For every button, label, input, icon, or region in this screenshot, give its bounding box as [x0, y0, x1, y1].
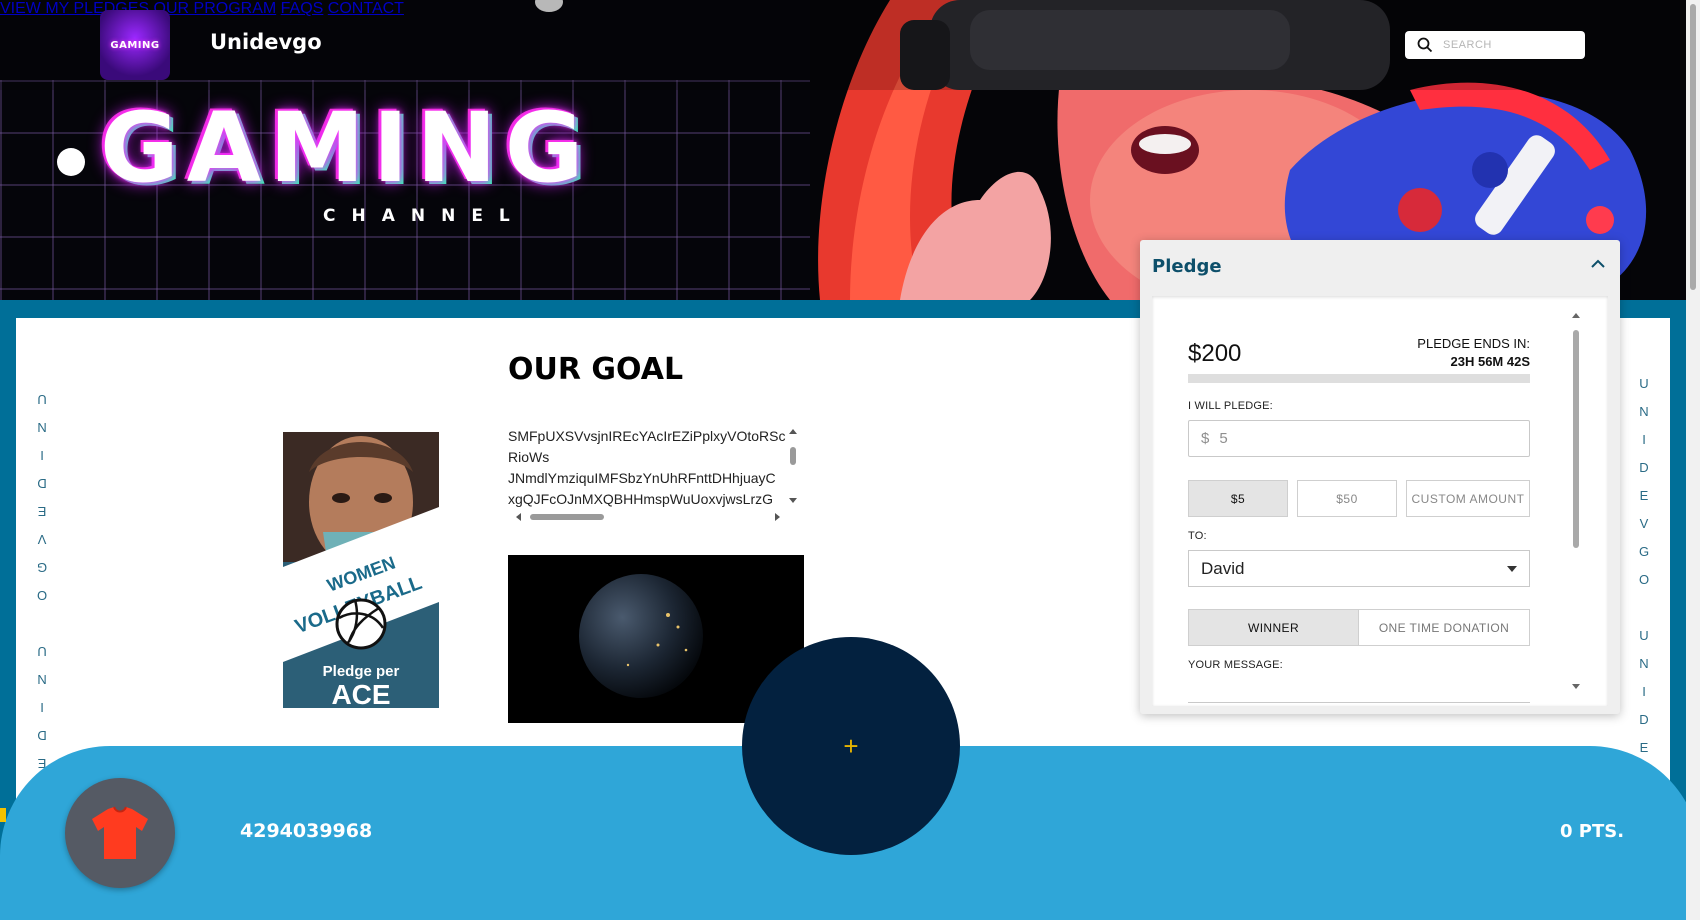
- goal-text-line: RioWs: [508, 449, 550, 465]
- pledge-amount-field[interactable]: $: [1188, 420, 1530, 457]
- recipient-select[interactable]: David: [1188, 550, 1530, 587]
- side-letter: I: [1642, 432, 1646, 447]
- side-letter: N: [37, 672, 47, 687]
- pledge-countdown: 23H 56M 42S: [1450, 354, 1531, 369]
- side-letter: N: [1639, 656, 1649, 671]
- textarea-vertical-scrollbar[interactable]: [786, 426, 800, 506]
- pledge-panel-header[interactable]: Pledge: [1140, 240, 1620, 292]
- side-letter: U: [37, 644, 47, 659]
- your-message-label: YOUR MESSAGE:: [1188, 659, 1283, 671]
- side-letter: D: [37, 728, 47, 743]
- side-letter: G: [36, 560, 48, 575]
- side-letter: D: [1639, 460, 1649, 475]
- side-letter: N: [1639, 404, 1649, 419]
- side-letter: U: [1639, 628, 1649, 643]
- pledge-amount-input[interactable]: [1217, 429, 1498, 448]
- goal-text-line: xgQJFcOJnMXQBHHmspWuUoxvjwsLrzG: [508, 491, 774, 507]
- pledge-progress-bar: [1188, 374, 1530, 383]
- hero-title: GAMING: [100, 92, 592, 204]
- page-scroll-thumb[interactable]: [1690, 4, 1696, 290]
- footer-accent: [0, 808, 6, 822]
- points-counter: 0 PTS.: [1560, 821, 1625, 842]
- pledge-form: $200 PLEDGE ENDS IN: 23H 56M 42S I WILL …: [1152, 296, 1608, 706]
- decorative-dot: [57, 148, 85, 176]
- jersey-icon: [92, 806, 148, 859]
- poster-line-pledge-per: Pledge per: [323, 663, 400, 680]
- add-button[interactable]: +: [742, 637, 960, 855]
- will-pledge-label: I WILL PLEDGE:: [1188, 400, 1273, 412]
- side-letter: D: [1639, 712, 1649, 727]
- user-id: 4294039968: [240, 820, 373, 842]
- goal-title: OUR GOAL: [508, 352, 684, 387]
- toggle-one-time-donation[interactable]: ONE TIME DONATION: [1358, 609, 1530, 646]
- scroll-left-arrow-icon[interactable]: [516, 513, 521, 521]
- scroll-thumb[interactable]: [1573, 330, 1579, 548]
- side-letter: G: [1638, 544, 1650, 559]
- search-box[interactable]: [1405, 31, 1585, 59]
- toggle-winner[interactable]: WINNER: [1188, 609, 1359, 646]
- side-letter: O: [1638, 572, 1650, 587]
- side-letter: U: [37, 392, 47, 407]
- brand-name[interactable]: Unidevgo: [210, 30, 322, 54]
- scroll-thumb[interactable]: [530, 514, 604, 520]
- side-letter: V: [37, 532, 47, 547]
- content-frame-right: [1670, 300, 1686, 860]
- goal-text-line: JNmdlYmziquIMFSbzYnUhRFnttDHhjuayC: [508, 470, 776, 486]
- poster-image: WOMEN VOLLEYBALL Pledge per ACE: [283, 432, 439, 708]
- textarea-horizontal-scrollbar[interactable]: [508, 510, 788, 524]
- pledge-panel: Pledge $200 PLEDGE ENDS IN: 23H 56M 42S …: [1140, 240, 1620, 714]
- side-letter: [32, 609, 52, 637]
- side-letter: V: [1639, 516, 1649, 531]
- search-input[interactable]: [1441, 38, 1571, 52]
- message-field-edge[interactable]: [1188, 702, 1530, 703]
- chevron-up-icon[interactable]: [1590, 256, 1606, 272]
- pledge-title: Pledge: [1152, 256, 1222, 277]
- side-letter: I: [40, 700, 44, 715]
- hero-subtitle: CHANNEL: [323, 206, 526, 226]
- side-letter: E: [37, 504, 47, 519]
- content-frame-left: [0, 300, 16, 860]
- channel-logo[interactable]: GAMING: [100, 10, 170, 80]
- user-avatar[interactable]: [65, 778, 175, 888]
- goal-text-line: SMFpUXSVvsjnIREcYAcIrEZiPplxyVOtoRSc: [508, 428, 786, 444]
- volleyball-poster[interactable]: WOMEN VOLLEYBALL Pledge per ACE: [283, 432, 439, 708]
- side-letter: D: [37, 476, 47, 491]
- scroll-up-arrow-icon[interactable]: [789, 429, 797, 434]
- side-letter: I: [1642, 684, 1646, 699]
- to-label: TO:: [1188, 530, 1207, 542]
- recipient-value: David: [1201, 558, 1245, 578]
- dropdown-caret-icon: [1507, 566, 1517, 572]
- side-letter: [1634, 594, 1654, 622]
- side-letter: I: [40, 448, 44, 463]
- scroll-down-arrow-icon[interactable]: [1572, 684, 1580, 689]
- currency-symbol: $: [1201, 430, 1210, 447]
- side-text-right: UNIDEVGO UNIDE: [1634, 370, 1654, 762]
- side-letter: O: [36, 588, 48, 603]
- side-letter: N: [37, 420, 47, 435]
- side-letter: E: [1639, 488, 1649, 503]
- pledge-scrollbar[interactable]: [1570, 310, 1582, 694]
- amount-option-custom[interactable]: CUSTOM AMOUNT: [1406, 480, 1530, 517]
- poster-line-ace: ACE: [331, 679, 390, 708]
- amount-option-50[interactable]: $50: [1297, 480, 1397, 517]
- search-icon: [1417, 37, 1433, 53]
- amount-option-5[interactable]: $5: [1188, 480, 1288, 517]
- scroll-up-arrow-icon[interactable]: [1572, 313, 1580, 318]
- pledge-goal-amount: $200: [1188, 340, 1242, 367]
- scroll-down-arrow-icon[interactable]: [789, 498, 797, 503]
- logo-text: GAMING: [110, 39, 160, 51]
- side-text-left: EDINU OGVEDINU: [32, 385, 52, 777]
- pledge-ends-label: PLEDGE ENDS IN:: [1417, 336, 1530, 351]
- scroll-thumb[interactable]: [790, 447, 796, 465]
- scroll-right-arrow-icon[interactable]: [775, 513, 780, 521]
- side-letter: U: [1639, 376, 1649, 391]
